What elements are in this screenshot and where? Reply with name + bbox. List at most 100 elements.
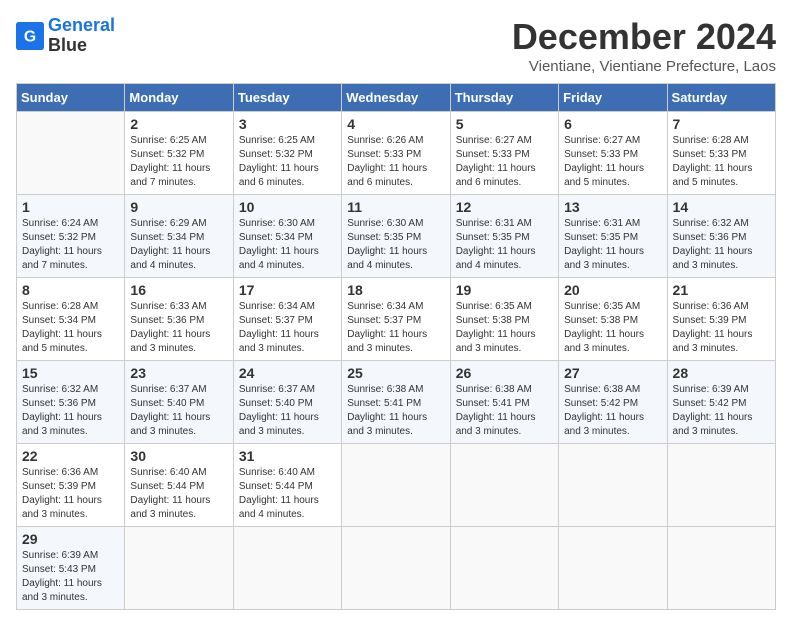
calendar-day-cell: 27 Sunrise: 6:38 AM Sunset: 5:42 PM Dayli…	[559, 361, 667, 444]
calendar-day-cell: 30 Sunrise: 6:40 AM Sunset: 5:44 PM Dayli…	[125, 444, 233, 527]
calendar-day-cell: 29 Sunrise: 6:39 AM Sunset: 5:43 PM Dayli…	[17, 527, 125, 610]
page-header: G General Blue December 2024 Vientiane, …	[16, 16, 776, 75]
calendar-day-cell: 31 Sunrise: 6:40 AM Sunset: 5:44 PM Dayli…	[233, 444, 341, 527]
day-number: 30	[130, 448, 227, 464]
calendar-day-cell: 22Sunrise: 6:36 AM Sunset: 5:39 PM Dayli…	[17, 444, 125, 527]
calendar-day-cell	[342, 444, 450, 527]
day-number: 14	[673, 199, 770, 215]
day-number: 24	[239, 365, 336, 381]
day-number: 17	[239, 282, 336, 298]
calendar-header-row: SundayMondayTuesdayWednesdayThursdayFrid…	[17, 84, 776, 112]
day-header-saturday: Saturday	[667, 84, 775, 112]
day-info: Sunrise: 6:40 AM Sunset: 5:44 PM Dayligh…	[239, 466, 336, 522]
day-info: Sunrise: 6:39 AM Sunset: 5:42 PM Dayligh…	[673, 383, 770, 439]
day-header-monday: Monday	[125, 84, 233, 112]
calendar-week-row: 2Sunrise: 6:25 AM Sunset: 5:32 PM Daylig…	[17, 112, 776, 195]
day-info: Sunrise: 6:25 AM Sunset: 5:32 PM Dayligh…	[239, 134, 336, 190]
day-info: Sunrise: 6:33 AM Sunset: 5:36 PM Dayligh…	[130, 300, 227, 356]
day-number: 20	[564, 282, 661, 298]
calendar-day-cell: 7Sunrise: 6:28 AM Sunset: 5:33 PM Daylig…	[667, 112, 775, 195]
location-title: Vientiane, Vientiane Prefecture, Laos	[512, 58, 776, 75]
calendar-day-cell: 21 Sunrise: 6:36 AM Sunset: 5:39 PM Dayli…	[667, 278, 775, 361]
calendar-day-cell: 19Sunrise: 6:35 AM Sunset: 5:38 PM Dayli…	[450, 278, 558, 361]
day-info: Sunrise: 6:35 AM Sunset: 5:38 PM Dayligh…	[456, 300, 553, 356]
title-block: December 2024 Vientiane, Vientiane Prefe…	[512, 16, 776, 75]
day-number: 25	[347, 365, 444, 381]
day-number: 27	[564, 365, 661, 381]
calendar-day-cell: 17 Sunrise: 6:34 AM Sunset: 5:37 PM Dayli…	[233, 278, 341, 361]
day-number: 26	[456, 365, 553, 381]
day-info: Sunrise: 6:30 AM Sunset: 5:35 PM Dayligh…	[347, 217, 444, 273]
day-number: 21	[673, 282, 770, 298]
day-info: Sunrise: 6:26 AM Sunset: 5:33 PM Dayligh…	[347, 134, 444, 190]
calendar-week-row: 22Sunrise: 6:36 AM Sunset: 5:39 PM Dayli…	[17, 444, 776, 527]
day-info: Sunrise: 6:32 AM Sunset: 5:36 PM Dayligh…	[22, 383, 119, 439]
logo-icon: G	[16, 22, 44, 50]
calendar-table: SundayMondayTuesdayWednesdayThursdayFrid…	[16, 83, 776, 610]
calendar-day-cell: 23Sunrise: 6:37 AM Sunset: 5:40 PM Dayli…	[125, 361, 233, 444]
day-number: 16	[130, 282, 227, 298]
day-info: Sunrise: 6:29 AM Sunset: 5:34 PM Dayligh…	[130, 217, 227, 273]
month-title: December 2024	[512, 16, 776, 58]
day-number: 3	[239, 116, 336, 132]
day-header-sunday: Sunday	[17, 84, 125, 112]
calendar-day-cell: 3 Sunrise: 6:25 AM Sunset: 5:32 PM Daylig…	[233, 112, 341, 195]
calendar-day-cell: 1Sunrise: 6:24 AM Sunset: 5:32 PM Daylig…	[17, 195, 125, 278]
day-info: Sunrise: 6:35 AM Sunset: 5:38 PM Dayligh…	[564, 300, 661, 356]
calendar-day-cell: 12Sunrise: 6:31 AM Sunset: 5:35 PM Dayli…	[450, 195, 558, 278]
day-number: 9	[130, 199, 227, 215]
calendar-day-cell: 24 Sunrise: 6:37 AM Sunset: 5:40 PM Dayli…	[233, 361, 341, 444]
calendar-day-cell: 18Sunrise: 6:34 AM Sunset: 5:37 PM Dayli…	[342, 278, 450, 361]
day-number: 31	[239, 448, 336, 464]
calendar-day-cell	[559, 527, 667, 610]
day-header-thursday: Thursday	[450, 84, 558, 112]
calendar-day-cell: 28 Sunrise: 6:39 AM Sunset: 5:42 PM Dayli…	[667, 361, 775, 444]
day-number: 22	[22, 448, 119, 464]
logo: G General Blue	[16, 16, 115, 56]
day-number: 11	[347, 199, 444, 215]
day-info: Sunrise: 6:36 AM Sunset: 5:39 PM Dayligh…	[673, 300, 770, 356]
day-info: Sunrise: 6:31 AM Sunset: 5:35 PM Dayligh…	[564, 217, 661, 273]
day-info: Sunrise: 6:25 AM Sunset: 5:32 PM Dayligh…	[130, 134, 227, 190]
calendar-week-row: 1Sunrise: 6:24 AM Sunset: 5:32 PM Daylig…	[17, 195, 776, 278]
day-number: 28	[673, 365, 770, 381]
calendar-day-cell: 14 Sunrise: 6:32 AM Sunset: 5:36 PM Dayli…	[667, 195, 775, 278]
calendar-week-row: 29 Sunrise: 6:39 AM Sunset: 5:43 PM Dayli…	[17, 527, 776, 610]
calendar-day-cell	[667, 527, 775, 610]
day-info: Sunrise: 6:38 AM Sunset: 5:42 PM Dayligh…	[564, 383, 661, 439]
day-info: Sunrise: 6:30 AM Sunset: 5:34 PM Dayligh…	[239, 217, 336, 273]
calendar-day-cell	[667, 444, 775, 527]
calendar-day-cell: 9 Sunrise: 6:29 AM Sunset: 5:34 PM Daylig…	[125, 195, 233, 278]
day-number: 29	[22, 531, 119, 547]
day-info: Sunrise: 6:24 AM Sunset: 5:32 PM Dayligh…	[22, 217, 119, 273]
day-info: Sunrise: 6:28 AM Sunset: 5:34 PM Dayligh…	[22, 300, 119, 356]
day-info: Sunrise: 6:31 AM Sunset: 5:35 PM Dayligh…	[456, 217, 553, 273]
day-number: 13	[564, 199, 661, 215]
day-info: Sunrise: 6:34 AM Sunset: 5:37 PM Dayligh…	[347, 300, 444, 356]
calendar-day-cell: 10Sunrise: 6:30 AM Sunset: 5:34 PM Dayli…	[233, 195, 341, 278]
logo-text: General Blue	[48, 16, 115, 56]
calendar-day-cell	[450, 527, 558, 610]
calendar-day-cell	[125, 527, 233, 610]
calendar-day-cell	[233, 527, 341, 610]
day-info: Sunrise: 6:37 AM Sunset: 5:40 PM Dayligh…	[239, 383, 336, 439]
day-header-friday: Friday	[559, 84, 667, 112]
calendar-week-row: 8 Sunrise: 6:28 AM Sunset: 5:34 PM Daylig…	[17, 278, 776, 361]
day-header-tuesday: Tuesday	[233, 84, 341, 112]
day-info: Sunrise: 6:32 AM Sunset: 5:36 PM Dayligh…	[673, 217, 770, 273]
calendar-day-cell: 15 Sunrise: 6:32 AM Sunset: 5:36 PM Dayli…	[17, 361, 125, 444]
calendar-week-row: 15 Sunrise: 6:32 AM Sunset: 5:36 PM Dayli…	[17, 361, 776, 444]
day-info: Sunrise: 6:39 AM Sunset: 5:43 PM Dayligh…	[22, 549, 119, 605]
day-number: 15	[22, 365, 119, 381]
calendar-day-cell	[342, 527, 450, 610]
day-info: Sunrise: 6:27 AM Sunset: 5:33 PM Dayligh…	[456, 134, 553, 190]
calendar-day-cell: 16 Sunrise: 6:33 AM Sunset: 5:36 PM Dayli…	[125, 278, 233, 361]
day-number: 8	[22, 282, 119, 298]
calendar-day-cell: 25Sunrise: 6:38 AM Sunset: 5:41 PM Dayli…	[342, 361, 450, 444]
day-info: Sunrise: 6:40 AM Sunset: 5:44 PM Dayligh…	[130, 466, 227, 522]
day-info: Sunrise: 6:37 AM Sunset: 5:40 PM Dayligh…	[130, 383, 227, 439]
calendar-day-cell: 11 Sunrise: 6:30 AM Sunset: 5:35 PM Dayli…	[342, 195, 450, 278]
calendar-day-cell: 26Sunrise: 6:38 AM Sunset: 5:41 PM Dayli…	[450, 361, 558, 444]
day-number: 5	[456, 116, 553, 132]
day-info: Sunrise: 6:34 AM Sunset: 5:37 PM Dayligh…	[239, 300, 336, 356]
